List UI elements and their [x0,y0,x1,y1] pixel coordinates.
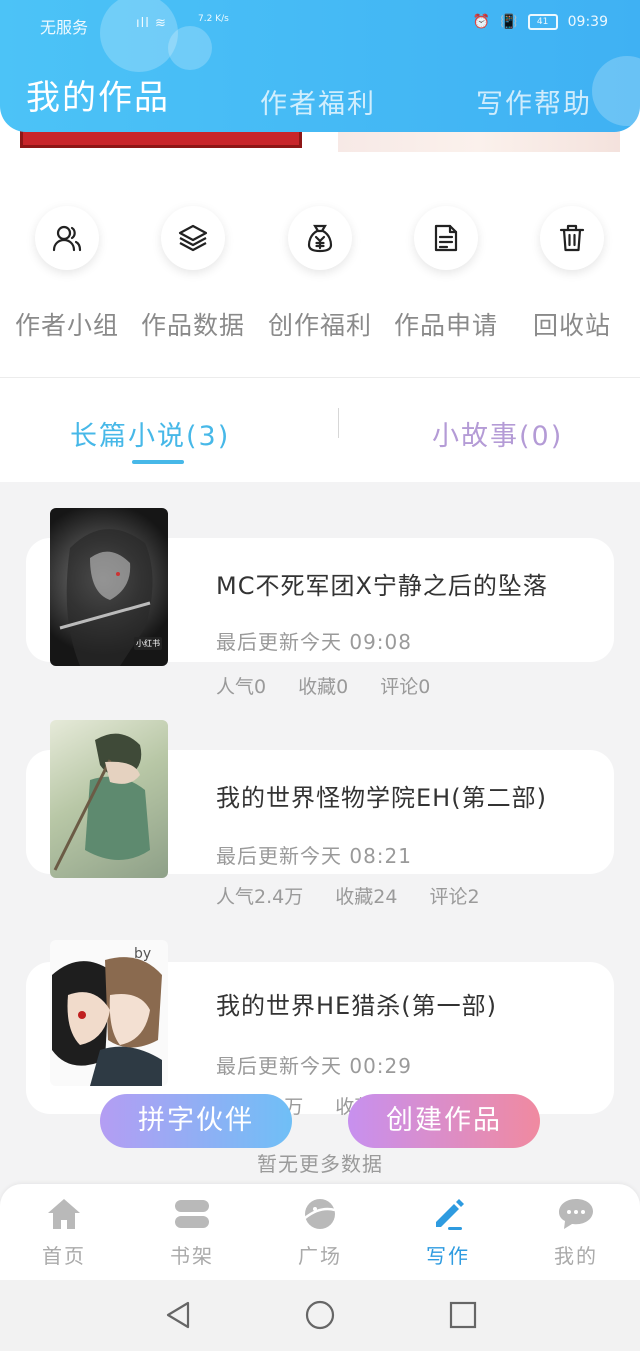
work-stats: 人气0 收藏0 评论0 [216,672,456,699]
network-speed: 7.2 K/s [198,14,229,24]
active-tab-indicator [132,460,184,464]
money-bag-icon [288,206,352,270]
bookshelf-icon [144,1194,240,1234]
tab-write[interactable]: 写作 [400,1194,496,1269]
home-circle-icon[interactable] [305,1300,335,1334]
app-header: 无服务 ıll ≋ 7.2 K/s ⏰ 📳 41 09:39 我的作品 作者福利… [0,0,640,132]
shortcut-recycle-bin[interactable]: 回收站 [509,206,635,342]
cover-text: by [134,946,152,962]
tab-label: 广场 [298,1244,342,1268]
shortcut-label: 回收站 [532,311,611,340]
planet-icon [272,1194,368,1234]
shortcut-label: 作者小组 [14,311,119,340]
home-icon [16,1194,112,1234]
carrier-text: 无服务 [40,18,89,37]
work-comments: 评论0 [380,676,431,698]
work-title: 我的世界HE猎杀(第一部) [216,992,497,1020]
tab-my-works[interactable]: 我的作品 [26,70,170,119]
battery-icon: 41 [527,14,558,30]
work-cover-image[interactable]: 小红书 [50,508,168,666]
work-comments: 评论2 [429,886,480,908]
system-navigation-bar [0,1280,640,1351]
tab-label: 首页 [42,1244,86,1268]
no-more-data-text: 暂无更多数据 [257,1152,383,1176]
work-cover-image[interactable] [50,720,168,878]
work-cover-image[interactable]: by [50,940,168,1086]
tab-short-story[interactable]: 小故事(0) [432,414,563,453]
tab-label: 写作 [426,1244,470,1268]
shortcut-work-application[interactable]: 作品申请 [383,206,509,342]
work-favorites: 收藏24 [335,886,398,908]
document-icon [414,206,478,270]
header-tabs: 我的作品 作者福利 写作帮助 [0,70,640,120]
work-title: MC不死军团X宁静之后的坠落 [216,572,548,600]
tab-label: 书架 [170,1244,214,1268]
pen-icon [400,1194,496,1234]
work-updated: 最后更新今天 09:08 [216,630,412,654]
tab-author-benefits[interactable]: 作者福利 [260,82,376,121]
tab-home[interactable]: 首页 [16,1194,112,1269]
work-updated: 最后更新今天 08:21 [216,844,412,868]
clock: 09:39 [567,14,608,30]
shortcut-author-group[interactable]: 作者小组 [4,206,130,342]
trash-icon [540,206,604,270]
back-icon[interactable] [164,1300,192,1334]
vibrate-icon: 📳 [500,14,518,30]
work-updated: 最后更新今天 00:29 [216,1054,412,1078]
shortcut-label: 创作福利 [267,311,372,340]
cover-tag: 小红书 [134,637,162,650]
alarm-icon: ⏰ [472,14,491,30]
signal-icon: ıll ≋ [136,16,167,31]
cover-illustration [53,733,150,871]
work-popularity: 人气0 [216,676,267,698]
users-icon [35,206,99,270]
chat-icon [528,1194,624,1234]
tab-label: 我的 [554,1244,598,1268]
layers-icon [161,206,225,270]
status-bar: 无服务 ıll ≋ 7.2 K/s ⏰ 📳 41 09:39 [40,14,608,38]
recent-apps-icon[interactable] [449,1300,477,1334]
work-favorites: 收藏0 [298,676,349,698]
tab-square[interactable]: 广场 [272,1194,368,1269]
shortcut-label: 作品申请 [393,311,498,340]
tab-bookshelf[interactable]: 书架 [144,1194,240,1269]
shortcut-label: 作品数据 [140,311,245,340]
work-popularity: 人气2.4万 [216,886,304,908]
tab-writing-help[interactable]: 写作帮助 [476,82,592,121]
shortcut-grid: 作者小组 作品数据 创作福利 作品申请 回收站 [0,206,640,356]
work-type-tabs: 长篇小说(3) 小故事(0) [0,378,640,482]
work-title: 我的世界怪物学院EH(第二部) [216,784,547,812]
tab-separator [338,408,339,438]
tab-long-novel[interactable]: 长篇小说(3) [70,414,230,453]
shortcut-work-data[interactable]: 作品数据 [130,206,256,342]
tab-mine[interactable]: 我的 [528,1194,624,1269]
shortcut-creation-benefits[interactable]: 创作福利 [257,206,383,342]
word-partner-button[interactable]: 拼字伙伴 [100,1094,292,1148]
work-stats: 人气2.4万 收藏24 评论2 [216,882,506,909]
bottom-tab-bar: 首页 书架 广场 写作 我的 [0,1184,640,1280]
create-work-button[interactable]: 创建作品 [348,1094,540,1148]
